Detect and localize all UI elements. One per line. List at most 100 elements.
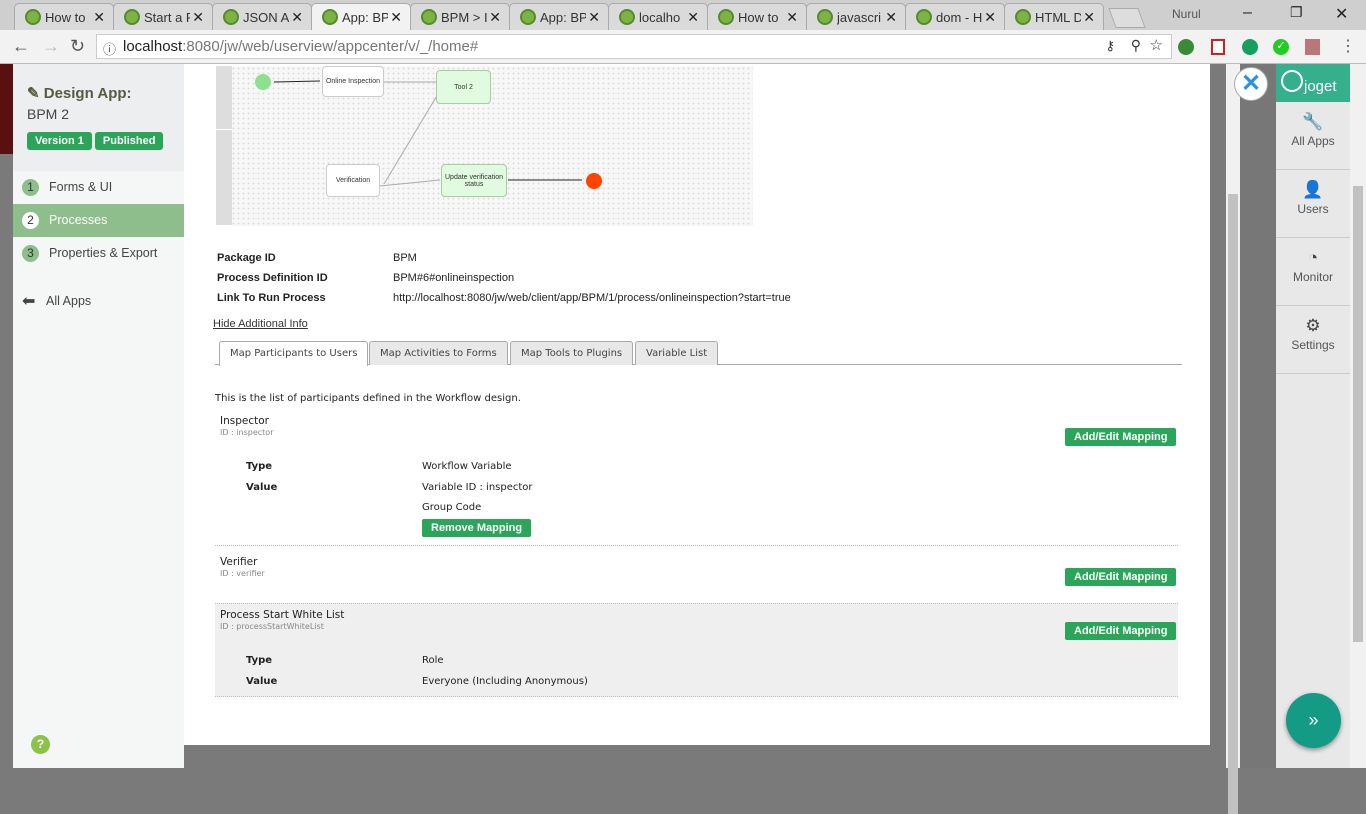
step-number: 3 — [22, 245, 39, 262]
start-event[interactable] — [255, 74, 271, 90]
extension-shield-icon[interactable] — [1211, 39, 1225, 55]
close-tab-icon[interactable]: ✕ — [93, 9, 105, 26]
browser-tab[interactable]: BPM > I ✕ — [410, 3, 510, 30]
background-image — [0, 64, 13, 154]
close-tab-icon[interactable]: ✕ — [489, 9, 501, 26]
browser-tab[interactable]: HTML D ✕ — [1004, 3, 1104, 30]
page-scrollbar[interactable] — [1350, 64, 1366, 768]
value-text: Everyone (Including Anonymous) — [422, 676, 588, 687]
sidebar-item-label: Properties & Export — [49, 246, 158, 260]
check-extension-icon[interactable]: ✓ — [1273, 39, 1289, 55]
close-tab-icon[interactable]: ✕ — [192, 9, 204, 26]
right-menu-all-apps[interactable]: 🔧 All Apps — [1276, 102, 1350, 170]
expand-fab-button[interactable]: » — [1286, 693, 1341, 748]
pdf-extension-icon[interactable] — [1305, 39, 1320, 55]
close-tab-icon[interactable]: ✕ — [291, 9, 303, 26]
tab-title: dom - H — [936, 10, 982, 25]
bookmark-star-icon[interactable]: ☆ — [1150, 36, 1163, 54]
version-badge: Version 1 — [27, 132, 92, 150]
joget-logo[interactable]: joget — [1276, 64, 1350, 102]
new-tab-button[interactable] — [1108, 8, 1146, 28]
user-icon: 👤 — [1302, 180, 1324, 199]
tab-map-participants[interactable]: Map Participants to Users — [219, 341, 369, 366]
close-tab-icon[interactable]: ✕ — [1083, 9, 1095, 26]
sidebar-all-apps-link[interactable]: ⬅ All Apps — [13, 285, 184, 318]
overlay-strip — [1240, 64, 1276, 768]
type-label: Type — [246, 461, 273, 472]
zoom-icon[interactable]: ⚲ — [1131, 37, 1141, 54]
browser-tab[interactable]: App: BP ✕ — [311, 3, 411, 30]
sidebar-item-processes[interactable]: 2 Processes — [13, 204, 184, 237]
profile-name[interactable]: Nurul — [1172, 7, 1201, 21]
app-name: BPM 2 — [27, 106, 70, 122]
browser-tab[interactable]: dom - H ✕ — [905, 3, 1005, 30]
menu-icon[interactable]: ⋮ — [1340, 36, 1356, 56]
scrollbar-thumb[interactable] — [1353, 186, 1363, 642]
favicon-icon — [916, 9, 932, 25]
close-icon[interactable]: ✕ — [1234, 67, 1268, 101]
right-menu-users[interactable]: 👤 Users — [1276, 170, 1350, 238]
menu-label: All Apps — [1291, 134, 1335, 148]
favicon-icon — [1015, 9, 1031, 25]
tab-title: How to — [738, 10, 779, 25]
sidebar-item-forms-ui[interactable]: 1 Forms & UI — [13, 171, 184, 204]
type-label: Type — [246, 655, 273, 666]
hide-info-link[interactable]: Hide Additional Info — [213, 318, 308, 330]
right-menu-settings[interactable]: ⚙ Settings — [1276, 306, 1350, 374]
close-tab-icon[interactable]: ✕ — [885, 9, 897, 26]
extension-globe-icon[interactable] — [1178, 39, 1194, 55]
minimize-button[interactable]: – — [1243, 4, 1252, 22]
tab-title: BPM > I — [441, 10, 487, 25]
run-process-link[interactable]: http://localhost:8080/jw/web/client/app/… — [393, 292, 791, 304]
main-scrollbar[interactable] — [1226, 64, 1240, 814]
favicon-icon — [322, 9, 338, 25]
key-icon[interactable]: ⚷ — [1105, 38, 1115, 54]
tab-variable-list[interactable]: Variable List — [635, 341, 719, 365]
favicon-icon — [421, 9, 437, 25]
tool-node[interactable]: Update verification status — [441, 164, 507, 197]
close-tab-icon[interactable]: ✕ — [786, 9, 798, 26]
browser-tab[interactable]: JSON A ✕ — [212, 3, 312, 30]
close-tab-icon[interactable]: ✕ — [588, 9, 600, 26]
reload-icon[interactable]: ↻ — [70, 36, 85, 57]
browser-tab[interactable]: localho ✕ — [608, 3, 708, 30]
add-edit-mapping-button[interactable]: Add/Edit Mapping — [1065, 428, 1177, 446]
sidebar-title: Design App: — [43, 85, 132, 102]
favicon-icon — [520, 9, 536, 25]
browser-tab[interactable]: App: BP ✕ — [509, 3, 609, 30]
browser-tab[interactable]: How to ✕ — [707, 3, 807, 30]
info-icon[interactable]: ⓘ — [103, 39, 116, 58]
right-menu: joget 🔧 All Apps 👤 Users ◔ Monitor ⚙ Setting… — [1276, 64, 1350, 768]
close-tab-icon[interactable]: ✕ — [984, 9, 996, 26]
favicon-icon — [25, 9, 41, 25]
back-icon[interactable]: ← — [12, 36, 30, 57]
wrench-icon: 🔧 — [1302, 112, 1324, 131]
grammarly-icon[interactable] — [1242, 39, 1258, 55]
forward-icon[interactable]: → — [42, 36, 60, 57]
activity-node[interactable]: Online Inspection — [322, 66, 384, 97]
process-diagram[interactable]: Online Inspection Tool 2 Verification Up… — [216, 66, 753, 226]
maximize-button[interactable]: ❐ — [1290, 4, 1303, 21]
right-menu-monitor[interactable]: ◔ Monitor — [1276, 238, 1350, 306]
close-window-button[interactable]: ✕ — [1335, 4, 1348, 24]
add-edit-mapping-button[interactable]: Add/Edit Mapping — [1065, 568, 1177, 586]
activity-node[interactable]: Verification — [326, 164, 380, 197]
tab-map-activities[interactable]: Map Activities to Forms — [369, 341, 508, 365]
tab-title: javascri — [837, 10, 882, 25]
tool-node[interactable]: Tool 2 — [436, 70, 491, 104]
add-edit-mapping-button[interactable]: Add/Edit Mapping — [1065, 622, 1177, 640]
scrollbar-thumb[interactable] — [1228, 194, 1238, 814]
close-tab-icon[interactable]: ✕ — [687, 9, 699, 26]
help-icon[interactable]: ? — [31, 735, 50, 754]
url-input[interactable]: ⓘ localhost:8080/jw/web/userview/appcente… — [96, 34, 1172, 59]
close-tab-icon[interactable]: ✕ — [390, 9, 402, 26]
sidebar-item-properties-export[interactable]: 3 Properties & Export — [13, 237, 184, 270]
step-number: 1 — [22, 179, 39, 196]
browser-tab[interactable]: Start a P ✕ — [113, 3, 213, 30]
end-event[interactable] — [586, 173, 602, 189]
browser-tab[interactable]: javascri ✕ — [806, 3, 906, 30]
type-value: Workflow Variable — [422, 461, 512, 472]
tab-map-tools[interactable]: Map Tools to Plugins — [510, 341, 634, 365]
browser-tab[interactable]: How to ✕ — [14, 3, 114, 30]
remove-mapping-button[interactable]: Remove Mapping — [422, 519, 532, 537]
